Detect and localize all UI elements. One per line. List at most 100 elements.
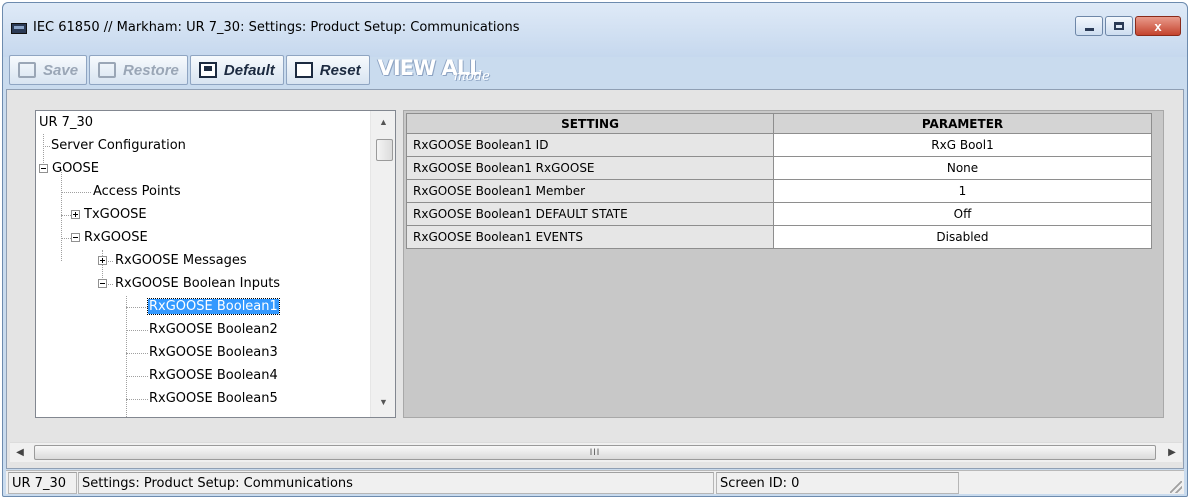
tree-item-label: RxGOOSE Boolean4 bbox=[149, 368, 278, 383]
tree-item-rxgoose-boolean1[interactable]: RxGOOSE Boolean1 bbox=[147, 295, 280, 318]
tree-scroll-thumb[interactable] bbox=[376, 139, 393, 161]
tree-item-label: UR 7_30 bbox=[39, 115, 93, 130]
scroll-grip-icon: III bbox=[589, 447, 601, 457]
parameter-value[interactable]: RxG Bool1 bbox=[773, 133, 1152, 157]
table-row: RxGOOSE Boolean1 Member 1 bbox=[406, 179, 1152, 203]
settings-table: SETTING PARAMETER RxGOOSE Boolean1 ID Rx… bbox=[406, 113, 1152, 249]
save-label: Save bbox=[43, 61, 79, 79]
setting-name: RxGOOSE Boolean1 EVENTS bbox=[406, 225, 774, 249]
restore-button[interactable]: Restore bbox=[89, 55, 188, 85]
tree-connector bbox=[126, 307, 148, 308]
tree-item-label: RxGOOSE bbox=[84, 230, 148, 245]
tree-item-rxgoose-boolean-inputs[interactable]: RxGOOSE Boolean Inputs bbox=[114, 272, 281, 295]
view-all-mode-indicator: VIEW ALL mode bbox=[378, 55, 528, 85]
tree-connector bbox=[61, 192, 91, 193]
reset-button[interactable]: Reset bbox=[285, 55, 370, 85]
table-row: RxGOOSE Boolean1 DEFAULT STATE Off bbox=[406, 202, 1152, 226]
tree-item-label: Access Points bbox=[93, 184, 181, 199]
tree-item-label: RxGOOSE Boolean2 bbox=[149, 322, 278, 337]
tree-item-label: RxGOOSE Boolean1 bbox=[147, 298, 280, 315]
resize-grip-icon[interactable] bbox=[1170, 481, 1182, 493]
scroll-up-icon[interactable]: ▲ bbox=[371, 113, 395, 131]
tree-content: UR 7_30 Server Configuration GOOSE Acces… bbox=[36, 111, 370, 417]
tree-item-rxgoose-boolean4[interactable]: RxGOOSE Boolean4 bbox=[148, 364, 279, 387]
scroll-left-icon[interactable]: ◀ bbox=[10, 443, 30, 463]
app-icon bbox=[11, 23, 27, 34]
reset-label: Reset bbox=[319, 61, 361, 79]
parameter-value[interactable]: None bbox=[773, 156, 1152, 180]
save-button[interactable]: Save bbox=[9, 55, 88, 85]
tree-connector bbox=[126, 399, 148, 400]
collapse-icon[interactable] bbox=[39, 164, 48, 173]
view-all-mode-label: mode bbox=[453, 69, 490, 84]
expand-icon[interactable] bbox=[71, 210, 80, 219]
expand-icon[interactable] bbox=[98, 256, 107, 265]
table-row: RxGOOSE Boolean1 RxGOOSE None bbox=[406, 156, 1152, 180]
settings-tree[interactable]: UR 7_30 Server Configuration GOOSE Acces… bbox=[35, 110, 396, 418]
status-path: Settings: Product Setup: Communications bbox=[78, 472, 714, 494]
tree-item-access-points[interactable]: Access Points bbox=[92, 180, 182, 203]
tree-item-root[interactable]: UR 7_30 bbox=[38, 111, 94, 134]
collapse-icon[interactable] bbox=[71, 233, 80, 242]
client-area: UR 7_30 Server Configuration GOOSE Acces… bbox=[6, 89, 1184, 469]
tree-connector bbox=[126, 353, 148, 354]
setting-name: RxGOOSE Boolean1 ID bbox=[406, 133, 774, 157]
tree-connector bbox=[61, 215, 71, 216]
tree-item-server-configuration[interactable]: Server Configuration bbox=[50, 134, 187, 157]
reset-icon bbox=[294, 62, 313, 78]
parameter-value[interactable]: Off bbox=[773, 202, 1152, 226]
default-button[interactable]: Default bbox=[189, 55, 284, 85]
status-screen-id: Screen ID: 0 bbox=[716, 472, 959, 494]
horizontal-scroll-thumb[interactable]: III bbox=[34, 445, 1156, 460]
window-title: IEC 61850 // Markham: UR 7_30: Settings:… bbox=[33, 20, 520, 35]
tree-vertical-scrollbar[interactable]: ▲ ▼ bbox=[370, 111, 395, 417]
restore-label: Restore bbox=[123, 61, 179, 79]
table-row: RxGOOSE Boolean1 EVENTS Disabled bbox=[406, 225, 1152, 249]
tree-item-label: RxGOOSE Boolean3 bbox=[149, 345, 278, 360]
maximize-button[interactable] bbox=[1105, 16, 1133, 36]
parameter-value[interactable]: Disabled bbox=[773, 225, 1152, 249]
title-bar: IEC 61850 // Markham: UR 7_30: Settings:… bbox=[3, 3, 1187, 57]
column-header-setting: SETTING bbox=[406, 113, 774, 134]
minimize-button[interactable] bbox=[1075, 16, 1103, 36]
tree-item-label: GOOSE bbox=[52, 161, 100, 176]
parameter-value[interactable]: 1 bbox=[773, 179, 1152, 203]
tree-connector bbox=[126, 376, 148, 377]
status-device: UR 7_30 bbox=[8, 472, 77, 494]
scroll-down-icon[interactable]: ▼ bbox=[371, 393, 395, 411]
tree-connector bbox=[126, 330, 148, 331]
collapse-icon[interactable] bbox=[98, 279, 107, 288]
minimize-icon bbox=[1084, 27, 1094, 31]
tree-item-label: RxGOOSE Boolean5 bbox=[149, 391, 278, 406]
setting-name: RxGOOSE Boolean1 Member bbox=[406, 179, 774, 203]
setting-name: RxGOOSE Boolean1 RxGOOSE bbox=[406, 156, 774, 180]
tree-item-rxgoose[interactable]: RxGOOSE bbox=[83, 226, 149, 249]
tree-item-rxgoose-boolean3[interactable]: RxGOOSE Boolean3 bbox=[148, 341, 279, 364]
app-window: IEC 61850 // Markham: UR 7_30: Settings:… bbox=[2, 2, 1188, 497]
tree-item-label: RxGOOSE Messages bbox=[115, 253, 247, 268]
table-header-row: SETTING PARAMETER bbox=[406, 113, 1152, 134]
tree-connector bbox=[61, 238, 71, 239]
tree-item-rxgoose-messages[interactable]: RxGOOSE Messages bbox=[114, 249, 248, 272]
tree-connector bbox=[43, 146, 50, 147]
toolbar: Save Restore Default Reset VIEW ALL mode bbox=[9, 53, 528, 87]
horizontal-scrollbar[interactable]: ◀ III ▶ bbox=[10, 442, 1182, 462]
column-header-parameter: PARAMETER bbox=[773, 113, 1152, 134]
tree-item-rxgoose-boolean2[interactable]: RxGOOSE Boolean2 bbox=[148, 318, 279, 341]
close-icon: x bbox=[1154, 18, 1162, 34]
status-bar: UR 7_30 Settings: Product Setup: Communi… bbox=[6, 470, 1184, 494]
save-icon bbox=[18, 62, 36, 78]
setting-name: RxGOOSE Boolean1 DEFAULT STATE bbox=[406, 202, 774, 226]
restore-icon bbox=[98, 62, 117, 78]
window-controls: x bbox=[1073, 16, 1181, 36]
tree-item-label: TxGOOSE bbox=[84, 207, 147, 222]
default-icon bbox=[198, 62, 217, 78]
settings-grid-pane: SETTING PARAMETER RxGOOSE Boolean1 ID Rx… bbox=[403, 110, 1164, 418]
tree-item-rxgoose-boolean5[interactable]: RxGOOSE Boolean5 bbox=[148, 387, 279, 410]
close-button[interactable]: x bbox=[1135, 16, 1181, 36]
tree-item-goose[interactable]: GOOSE bbox=[51, 157, 100, 180]
maximize-icon bbox=[1114, 22, 1124, 30]
table-row: RxGOOSE Boolean1 ID RxG Bool1 bbox=[406, 133, 1152, 157]
scroll-right-icon[interactable]: ▶ bbox=[1162, 443, 1182, 463]
tree-item-txgoose[interactable]: TxGOOSE bbox=[83, 203, 148, 226]
